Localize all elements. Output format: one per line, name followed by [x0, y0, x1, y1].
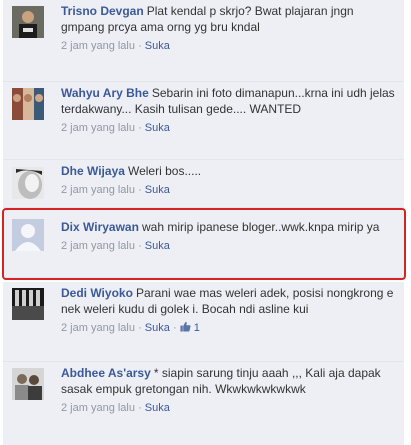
comment-item: Abdhee As'arsy * siapin sarung tinju aaa…	[3, 362, 404, 445]
comment-meta: 2 jam yang lalu · Suka · 1	[61, 320, 398, 336]
comment-meta: 2 jam yang lalu · Suka	[61, 238, 398, 254]
comment-meta: 2 jam yang lalu · Suka	[61, 38, 398, 54]
avatar[interactable]	[12, 6, 44, 38]
user-photo-icon	[12, 167, 44, 199]
like-count[interactable]: 1	[180, 321, 200, 334]
like-link[interactable]: Suka	[145, 240, 170, 252]
comment-item: Dhe Wijaya Weleri bos..... 2 jam yang la…	[3, 160, 404, 208]
comment-timestamp[interactable]: 2 jam yang lalu	[61, 184, 135, 196]
comment-author[interactable]: Dhe Wijaya	[61, 164, 125, 178]
avatar[interactable]	[12, 288, 44, 320]
user-photo-icon	[12, 368, 44, 400]
comment-meta: 2 jam yang lalu · Suka	[61, 400, 398, 416]
meta-separator: ·	[138, 322, 142, 334]
like-link[interactable]: Suka	[145, 402, 170, 414]
like-count-number: 1	[193, 322, 200, 334]
like-link[interactable]: Suka	[145, 184, 170, 196]
comment-timestamp[interactable]: 2 jam yang lalu	[61, 122, 135, 134]
avatar[interactable]	[12, 167, 44, 199]
meta-separator: ·	[138, 240, 142, 252]
meta-separator: ·	[172, 322, 177, 334]
meta-separator: ·	[138, 40, 142, 52]
comment-author[interactable]: Wahyu Ary Bhe	[61, 86, 149, 100]
like-link[interactable]: Suka	[145, 122, 170, 134]
comment-timestamp[interactable]: 2 jam yang lalu	[61, 322, 135, 334]
comment-meta: 2 jam yang lalu · Suka	[61, 182, 398, 198]
comment-item: Trisno Devgan Plat kendal p skrjo? Bwat …	[3, 0, 404, 82]
comment-author[interactable]: Abdhee As'arsy	[61, 366, 151, 380]
avatar[interactable]	[12, 219, 44, 251]
comment-author[interactable]: Dedi Wiyoko	[61, 286, 133, 300]
comment-timestamp[interactable]: 2 jam yang lalu	[61, 240, 135, 252]
thumbs-up-icon	[180, 321, 191, 332]
user-photo-icon	[12, 6, 44, 38]
comment-author[interactable]: Trisno Devgan	[61, 4, 144, 18]
comment-meta: 2 jam yang lalu · Suka	[61, 120, 398, 136]
user-photo-icon	[12, 288, 44, 320]
comment-timestamp[interactable]: 2 jam yang lalu	[61, 40, 135, 52]
comment-item: Dix Wiryawan wah mirip ipanese bloger..w…	[3, 210, 404, 278]
avatar[interactable]	[12, 368, 44, 400]
meta-separator: ·	[138, 402, 142, 414]
comment-item: Wahyu Ary Bhe Sebarin ini foto dimanapun…	[3, 82, 404, 160]
meta-separator: ·	[138, 184, 142, 196]
avatar[interactable]	[12, 88, 44, 120]
comment-text: Weleri bos.....	[127, 164, 202, 178]
default-avatar-icon	[12, 219, 44, 251]
comment-item: Dedi Wiyoko Parani wae mas weleri adek, …	[3, 282, 404, 362]
comment-author[interactable]: Dix Wiryawan	[61, 220, 139, 234]
user-photo-icon	[12, 88, 44, 120]
like-link[interactable]: Suka	[145, 322, 170, 334]
comment-text: wah mirip ipanese bloger..wwk.knpa mirip…	[141, 220, 380, 234]
comment-feed: Trisno Devgan Plat kendal p skrjo? Bwat …	[0, 0, 411, 445]
like-link[interactable]: Suka	[145, 40, 170, 52]
comment-timestamp[interactable]: 2 jam yang lalu	[61, 402, 135, 414]
meta-separator: ·	[138, 122, 142, 134]
